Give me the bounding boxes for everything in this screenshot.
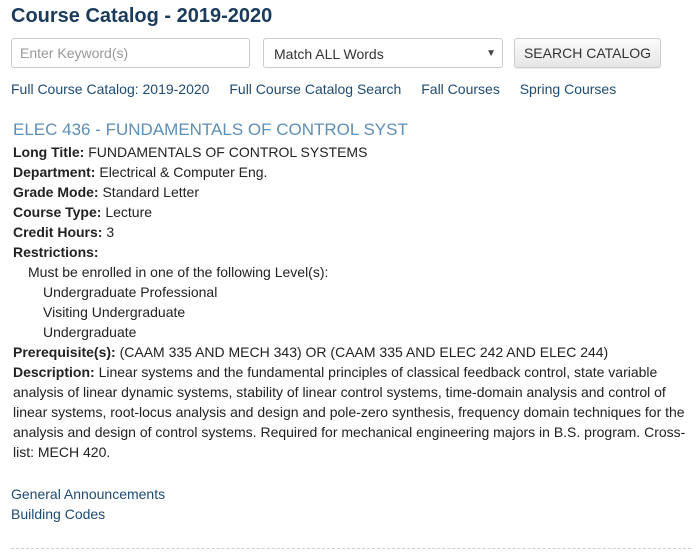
general-announcements-link[interactable]: General Announcements	[11, 484, 165, 504]
description-row: Description: Linear systems and the fund…	[13, 362, 693, 462]
grade-mode-row: Grade Mode: Standard Letter	[13, 182, 693, 202]
search-catalog-button[interactable]: SEARCH CATALOG	[514, 38, 661, 68]
department-label: Department:	[13, 164, 96, 180]
nav-link-spring-courses[interactable]: Spring Courses	[520, 81, 617, 97]
credit-hours-value: 3	[106, 224, 115, 240]
prerequisites-value: (CAAM 335 AND MECH 343) OR (CAAM 335 AND…	[119, 344, 609, 360]
match-mode-value: Match ALL Words	[274, 46, 384, 62]
nav-link-fall-courses[interactable]: Fall Courses	[421, 81, 500, 97]
restrictions-row: Restrictions:	[13, 242, 693, 262]
footer-links: General Announcements Building Codes	[11, 484, 165, 524]
grade-mode-value: Standard Letter	[102, 184, 199, 200]
level-item: Visiting Undergraduate	[43, 304, 186, 320]
prerequisites-label: Prerequisite(s):	[13, 344, 116, 360]
course-type-label: Course Type:	[13, 204, 102, 220]
credit-hours-row: Credit Hours: 3	[13, 222, 693, 242]
level-item: Undergraduate	[43, 324, 137, 340]
match-mode-select[interactable]: Match ALL Words ▼	[263, 38, 503, 68]
description-label: Description:	[13, 364, 95, 380]
long-title-row: Long Title: FUNDAMENTALS OF CONTROL SYST…	[13, 142, 693, 162]
department-value: Electrical & Computer Eng.	[99, 164, 268, 180]
page-title: Course Catalog - 2019-2020	[11, 5, 273, 27]
page: Course Catalog - 2019-2020 Match ALL Wor…	[0, 0, 700, 554]
long-title-label: Long Title:	[13, 144, 85, 160]
building-codes-link[interactable]: Building Codes	[11, 504, 165, 524]
keyword-search-input[interactable]	[11, 38, 250, 68]
long-title-value: FUNDAMENTALS OF CONTROL SYSTEMS	[88, 144, 368, 160]
prerequisites-row: Prerequisite(s): (CAAM 335 AND MECH 343)…	[13, 342, 693, 362]
bottom-divider	[11, 548, 691, 549]
course-details: Long Title: FUNDAMENTALS OF CONTROL SYST…	[13, 142, 693, 462]
level-item: Undergraduate Professional	[43, 284, 218, 300]
credit-hours-label: Credit Hours:	[13, 224, 103, 240]
restrictions-label: Restrictions:	[13, 244, 99, 260]
department-row: Department: Electrical & Computer Eng.	[13, 162, 693, 182]
course-type-value: Lecture	[105, 204, 153, 220]
description-value: Linear systems and the fundamental princ…	[13, 364, 686, 460]
grade-mode-label: Grade Mode:	[13, 184, 99, 200]
restrictions-intro: Must be enrolled in one of the following…	[28, 264, 329, 280]
nav-link-full-catalog[interactable]: Full Course Catalog: 2019-2020	[11, 81, 209, 97]
catalog-nav: Full Course Catalog: 2019-2020 Full Cour…	[11, 80, 632, 98]
course-type-row: Course Type: Lecture	[13, 202, 693, 222]
caret-down-icon: ▼	[486, 48, 496, 59]
nav-link-catalog-search[interactable]: Full Course Catalog Search	[229, 81, 401, 97]
course-heading: ELEC 436 - FUNDAMENTALS OF CONTROL SYST	[13, 120, 408, 139]
